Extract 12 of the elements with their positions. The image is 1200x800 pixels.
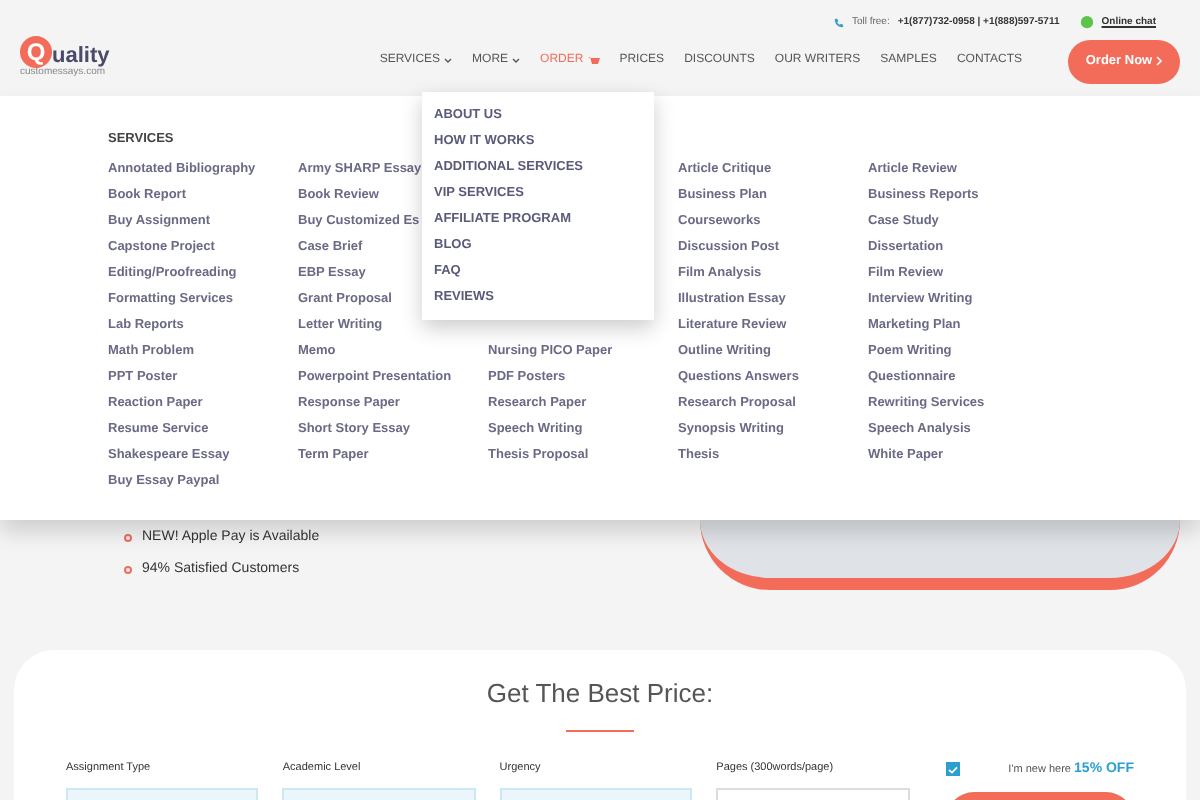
caret-icon (444, 58, 453, 64)
chevron-right-icon (1156, 56, 1163, 66)
bullet-icon (124, 565, 132, 574)
chat-bubble-icon (1079, 16, 1094, 31)
cart-icon (587, 55, 600, 67)
bullet-icon (124, 534, 132, 543)
logo-text: uality (52, 46, 110, 68)
new-customer-checkbox[interactable] (945, 762, 960, 777)
caret-icon (512, 58, 521, 64)
price-title: Get The Best Price: (486, 676, 714, 712)
phone-icon (833, 18, 844, 29)
logo-mark[interactable]: Q (20, 36, 52, 68)
